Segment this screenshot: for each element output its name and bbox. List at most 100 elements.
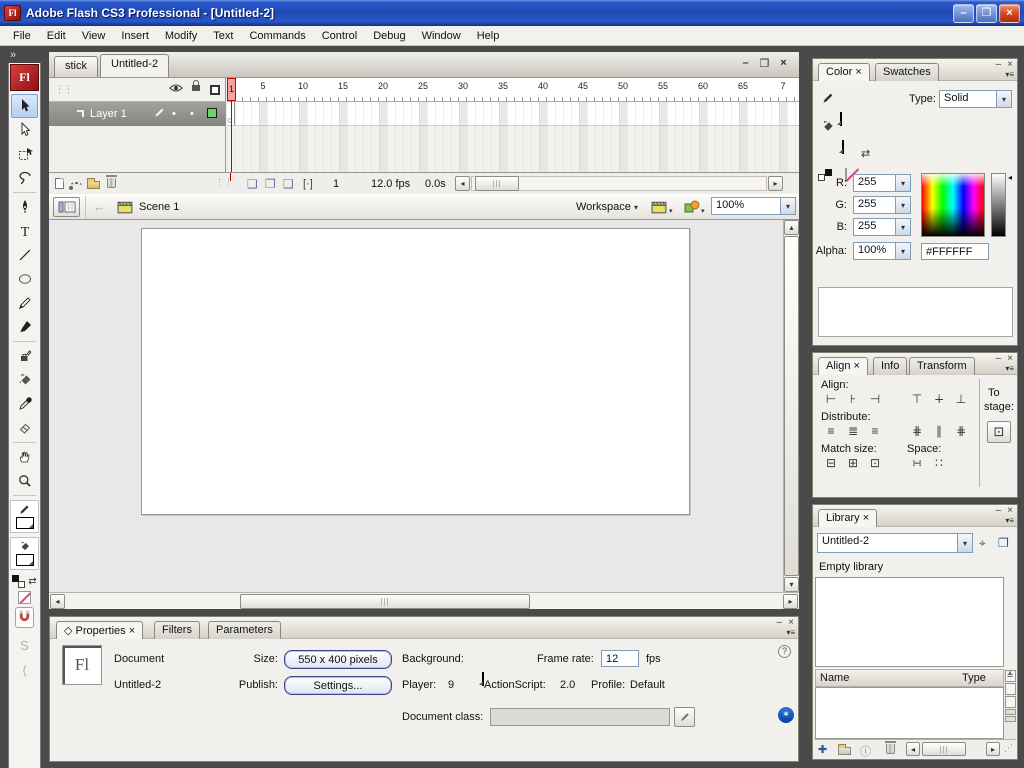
default-colors-icon[interactable]: [12, 575, 25, 588]
align-top-button[interactable]: ⊤: [907, 392, 927, 406]
panel-close-icon[interactable]: ×: [1007, 59, 1013, 70]
new-symbol-button[interactable]: ✚: [818, 743, 827, 756]
timeline-scroll-right[interactable]: ▸: [768, 176, 783, 191]
wide-view-button[interactable]: [1005, 683, 1016, 695]
swap-colors-icon[interactable]: ⇄: [861, 147, 870, 160]
oval-tool[interactable]: [11, 267, 38, 291]
doc-minimize-button[interactable]: –: [738, 57, 753, 70]
panel-menu-icon[interactable]: ▾≡: [1005, 70, 1014, 79]
type-value[interactable]: Solid: [940, 91, 996, 107]
tab-transform[interactable]: Transform: [909, 357, 975, 375]
stage-vertical-scrollbar[interactable]: ▴ ▾: [783, 220, 799, 592]
layer-name[interactable]: Layer 1: [90, 108, 127, 120]
free-transform-tool[interactable]: [11, 142, 38, 166]
panel-menu-icon[interactable]: ▾≡: [1005, 516, 1014, 525]
narrow-view-button[interactable]: [1005, 696, 1016, 708]
blue-spinner-icon[interactable]: ▾: [895, 219, 910, 235]
menu-help[interactable]: Help: [469, 28, 508, 44]
stroke-color-control[interactable]: [10, 500, 39, 533]
minimize-button[interactable]: –: [953, 4, 974, 23]
library-document-combo[interactable]: Untitled-2 ▾: [817, 533, 973, 553]
blue-field[interactable]: 255▾: [853, 218, 911, 236]
hide-timeline-button[interactable]: [53, 197, 80, 217]
tab-align[interactable]: Align ×: [818, 357, 868, 375]
column-type[interactable]: Type: [962, 672, 986, 684]
edit-multiple-frames-button[interactable]: ❑: [283, 177, 294, 191]
hand-tool[interactable]: [11, 445, 38, 469]
tab-library[interactable]: Library ×: [818, 509, 877, 527]
add-motion-guide-button[interactable]: [70, 180, 82, 192]
paint-bucket-tool[interactable]: [11, 368, 38, 392]
snap-to-objects-toggle[interactable]: [15, 607, 34, 628]
new-folder-button[interactable]: [838, 746, 851, 758]
column-name[interactable]: Name: [820, 672, 849, 684]
empty-frames-area[interactable]: [227, 126, 799, 172]
match-width-button[interactable]: ⊟: [821, 456, 841, 470]
green-spinner-icon[interactable]: ▾: [895, 197, 910, 213]
tab-close-icon[interactable]: ×: [854, 360, 860, 372]
timeline-scroll-left[interactable]: ◂: [455, 176, 470, 191]
edit-symbols-caret-icon[interactable]: ▾: [701, 207, 705, 215]
stroke-pencil-icon[interactable]: [821, 91, 835, 108]
menu-control[interactable]: Control: [314, 28, 365, 44]
tab-parameters[interactable]: Parameters: [208, 621, 281, 639]
edit-scene-button[interactable]: [651, 200, 668, 217]
document-class-input[interactable]: [490, 708, 670, 726]
panel-minimize-icon[interactable]: –: [777, 617, 783, 628]
ink-bottle-tool[interactable]: [11, 344, 38, 368]
library-scroll-left[interactable]: ◂: [906, 742, 920, 756]
doc-restore-button[interactable]: ❐: [757, 57, 772, 70]
edit-symbols-button[interactable]: [683, 199, 701, 217]
distribute-horizontal-center-button[interactable]: ∥: [929, 424, 949, 438]
align-left-button[interactable]: ⊢: [821, 392, 841, 406]
back-arrow-icon[interactable]: ←: [93, 199, 106, 214]
timeline-scrollbar-thumb[interactable]: |||: [475, 176, 519, 191]
tab-filters[interactable]: Filters: [154, 621, 200, 639]
space-horizontal-button[interactable]: ∷: [929, 456, 949, 470]
delete-item-button[interactable]: [886, 744, 895, 757]
publish-settings-button[interactable]: Settings...: [284, 676, 392, 695]
menu-file[interactable]: File: [5, 28, 39, 44]
line-tool[interactable]: [11, 243, 38, 267]
distribute-top-button[interactable]: ≡: [821, 424, 841, 438]
swap-colors-icon[interactable]: ⇄: [28, 576, 36, 587]
tab-info[interactable]: Info: [873, 357, 907, 375]
vertical-thumb[interactable]: [784, 236, 799, 576]
brush-tool[interactable]: [11, 315, 38, 339]
onion-skin-button[interactable]: ❏: [247, 177, 258, 191]
frames-area[interactable]: 5 10 15 20 25 30 35 40 45 50 55 60 65 7 …: [227, 78, 799, 172]
brightness-bar[interactable]: [991, 173, 1006, 237]
fill-bucket-icon[interactable]: [820, 119, 835, 137]
library-scroll-thumb[interactable]: |||: [922, 742, 966, 756]
red-field[interactable]: 255▾: [853, 174, 911, 192]
type-combo[interactable]: Solid ▾: [939, 90, 1012, 108]
frame-rate-input[interactable]: 12: [601, 650, 639, 667]
workspace-button[interactable]: Workspace: [576, 201, 631, 213]
type-combo-arrow-icon[interactable]: ▾: [996, 91, 1011, 107]
fill-color-swatch[interactable]: [16, 554, 34, 566]
alpha-spinner-icon[interactable]: ▾: [895, 243, 910, 259]
tab-close-icon[interactable]: ×: [129, 625, 135, 637]
horizontal-thumb[interactable]: |||: [240, 594, 530, 609]
scroll-up-button[interactable]: ▴: [784, 220, 799, 235]
stage-horizontal-scrollbar[interactable]: ◂ ||| ▸: [49, 592, 799, 609]
scroll-right-button[interactable]: ▸: [783, 594, 798, 609]
restore-button[interactable]: ❐: [976, 4, 997, 23]
zoom-tool[interactable]: [11, 469, 38, 493]
align-horizontal-center-button[interactable]: ⊦: [843, 392, 863, 406]
insert-layer-folder-button[interactable]: [87, 180, 100, 192]
to-stage-button[interactable]: ⊡: [987, 421, 1011, 443]
panel-minimize-icon[interactable]: –: [996, 505, 1002, 516]
pin-library-icon[interactable]: ⌖: [979, 536, 986, 551]
tab-close-icon[interactable]: ×: [863, 512, 869, 524]
layer-lock-dot[interactable]: •: [190, 108, 194, 120]
panel-close-icon[interactable]: ×: [788, 617, 794, 628]
zoom-value[interactable]: 100%: [712, 198, 780, 214]
playhead[interactable]: 1: [227, 78, 236, 101]
eyedropper-tool[interactable]: [11, 392, 38, 416]
distribute-vertical-center-button[interactable]: ≣: [843, 424, 863, 438]
library-combo-arrow-icon[interactable]: ▾: [957, 534, 972, 552]
panel-minimize-icon[interactable]: –: [996, 353, 1002, 364]
layer-frame-row[interactable]: ○: [227, 102, 799, 126]
layer-visibility-dot[interactable]: •: [172, 108, 176, 120]
